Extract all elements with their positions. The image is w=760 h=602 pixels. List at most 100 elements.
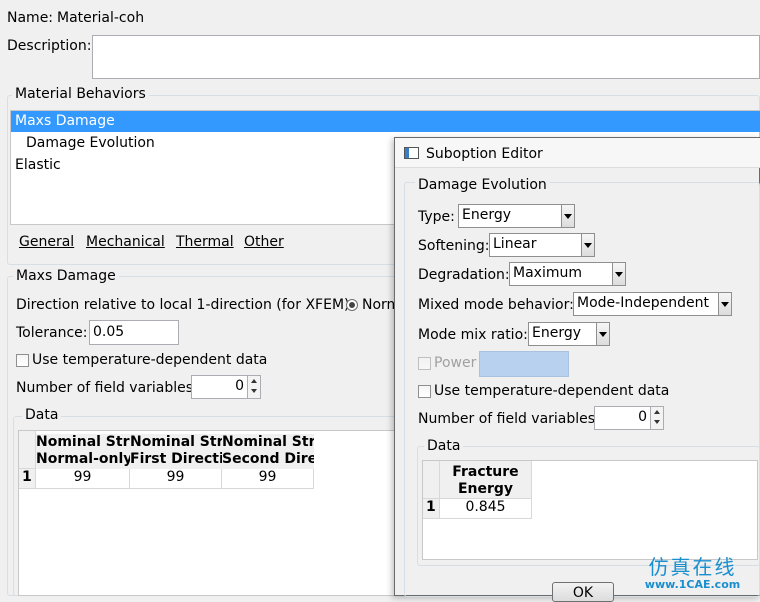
spinner-down-icon[interactable] <box>654 420 660 424</box>
chevron-down-icon[interactable] <box>718 293 731 315</box>
behavior-item-damage-evolution[interactable]: Damage Evolution <box>26 135 155 151</box>
power-input[interactable] <box>479 351 569 377</box>
maxs-damage-title: Maxs Damage <box>13 268 119 284</box>
mode-mix-ratio-select[interactable]: Energy <box>528 322 610 346</box>
table-row: 1 99 99 99 <box>19 469 314 489</box>
ok-button-label: OK <box>572 585 594 601</box>
dialog-field-variables-spinner[interactable]: 0 <box>594 406 664 430</box>
cell-value: 0.845 <box>465 499 506 515</box>
row-number-text: 1 <box>426 499 436 515</box>
power-checkbox[interactable] <box>418 357 431 370</box>
mixed-mode-value: Mode-Independent <box>577 295 709 311</box>
behavior-item-label: Elastic <box>15 157 61 173</box>
mode-mix-ratio-label: Mode mix ratio: <box>418 327 528 343</box>
menu-general[interactable]: General <box>19 234 74 250</box>
ok-button[interactable]: OK <box>552 582 614 602</box>
header-line: Fracture <box>452 464 519 480</box>
chevron-down-icon[interactable] <box>596 323 609 345</box>
material-name: Material-coh <box>57 10 145 26</box>
table-header-fracture-energy: Fracture Energy <box>440 461 532 499</box>
main-field-variables-spinner[interactable]: 0 <box>191 375 261 399</box>
table-header-col3: Nominal Stress Second Direction <box>222 434 314 469</box>
menu-general-label: General <box>19 234 75 250</box>
behavior-item-label: Damage Evolution <box>26 135 155 151</box>
table-cell[interactable]: 99 <box>36 469 130 489</box>
type-label: Type: <box>418 209 455 225</box>
tolerance-value: 0.05 <box>93 324 125 340</box>
softening-value: Linear <box>493 236 537 252</box>
menu-thermal[interactable]: Thermal <box>176 234 234 250</box>
dialog-field-variables-value: 0 <box>638 409 647 425</box>
dialog-titlebar[interactable]: Suboption Editor <box>395 138 760 168</box>
header-line: Nominal Stress <box>130 434 222 450</box>
behavior-item-elastic[interactable]: Elastic <box>15 157 61 173</box>
main-temp-dependent-label: Use temperature-dependent data <box>32 352 268 368</box>
behavior-item-label: Maxs Damage <box>15 113 115 129</box>
header-line: Energy <box>457 481 514 497</box>
dialog-temp-dependent-checkbox[interactable] <box>418 385 431 398</box>
suboption-editor-dialog: Suboption Editor Damage Evolution Type: … <box>394 137 760 602</box>
dialog-title: Suboption Editor <box>426 146 543 162</box>
header-line: Nominal Stress <box>36 434 130 450</box>
type-value: Energy <box>462 207 512 223</box>
table-cell[interactable]: 0.845 <box>440 499 532 519</box>
row-number: 1 <box>423 499 440 519</box>
table-cell[interactable]: 99 <box>130 469 222 489</box>
row-number-text: 1 <box>22 469 32 485</box>
window-icon <box>404 147 419 159</box>
header-line: First Direction <box>130 451 222 467</box>
behavior-item-maxs-damage[interactable]: Maxs Damage <box>11 111 760 132</box>
mixed-mode-label: Mixed mode behavior: <box>418 297 574 313</box>
power-label: Power <box>434 355 477 371</box>
softening-label: Softening: <box>418 238 490 254</box>
cell-value: 99 <box>166 469 185 485</box>
header-line: Second Direction <box>222 451 314 467</box>
spinner-down-icon[interactable] <box>251 389 257 393</box>
watermark-url: www.1CAE.com <box>644 578 741 591</box>
watermark-title: 仿真在线 <box>648 555 737 579</box>
material-behaviors-title: Material Behaviors <box>12 86 149 102</box>
chevron-down-icon[interactable] <box>561 205 574 227</box>
menu-mechanical[interactable]: Mechanical <box>86 234 165 250</box>
cell-value: 99 <box>73 469 92 485</box>
menu-mechanical-label: Mechanical <box>86 234 165 250</box>
spinner-buttons[interactable] <box>650 407 663 429</box>
dialog-data-table: Fracture Energy 1 0.845 <box>422 460 758 560</box>
spinner-up-icon[interactable] <box>654 410 660 414</box>
main-field-variables-value: 0 <box>235 378 244 394</box>
dialog-data-title: Data <box>424 438 464 454</box>
menu-other[interactable]: Other <box>244 234 284 250</box>
chevron-down-icon[interactable] <box>581 234 594 256</box>
description-label: Description: <box>7 38 92 54</box>
damage-evolution-title: Damage Evolution <box>415 177 550 193</box>
watermark: 仿真在线 www.1CAE.com <box>630 556 755 594</box>
table-corner <box>423 461 440 499</box>
table-cell[interactable]: 99 <box>222 469 314 489</box>
spinner-up-icon[interactable] <box>251 379 257 383</box>
degradation-value: Maximum <box>513 265 582 281</box>
chevron-down-icon[interactable] <box>612 263 625 285</box>
menu-thermal-label: Thermal <box>176 234 234 250</box>
row-number: 1 <box>19 469 36 489</box>
description-field[interactable] <box>92 35 760 79</box>
tolerance-input[interactable]: 0.05 <box>89 320 179 345</box>
header-line: Normal-only Mode <box>36 451 130 467</box>
main-temp-dependent-checkbox[interactable] <box>16 354 29 367</box>
spinner-buttons[interactable] <box>247 376 260 398</box>
dialog-field-variables-label: Number of field variables: <box>418 411 600 427</box>
direction-normal-radio[interactable] <box>346 299 358 311</box>
tolerance-label: Tolerance: <box>16 325 88 341</box>
softening-select[interactable]: Linear <box>489 233 595 257</box>
degradation-select[interactable]: Maximum <box>509 262 626 286</box>
name-label: Name: <box>7 10 54 26</box>
table-row: 1 0.845 <box>423 499 532 519</box>
type-select[interactable]: Energy <box>458 204 575 228</box>
mode-mix-ratio-value: Energy <box>532 325 582 341</box>
main-field-variables-label: Number of field variables: <box>16 380 198 396</box>
main-data-title: Data <box>22 407 62 423</box>
table-corner <box>19 431 36 469</box>
mixed-mode-select[interactable]: Mode-Independent <box>573 292 732 316</box>
degradation-label: Degradation: <box>418 267 510 283</box>
direction-label: Direction relative to local 1-direction … <box>16 297 355 313</box>
menu-other-label: Other <box>244 234 284 250</box>
